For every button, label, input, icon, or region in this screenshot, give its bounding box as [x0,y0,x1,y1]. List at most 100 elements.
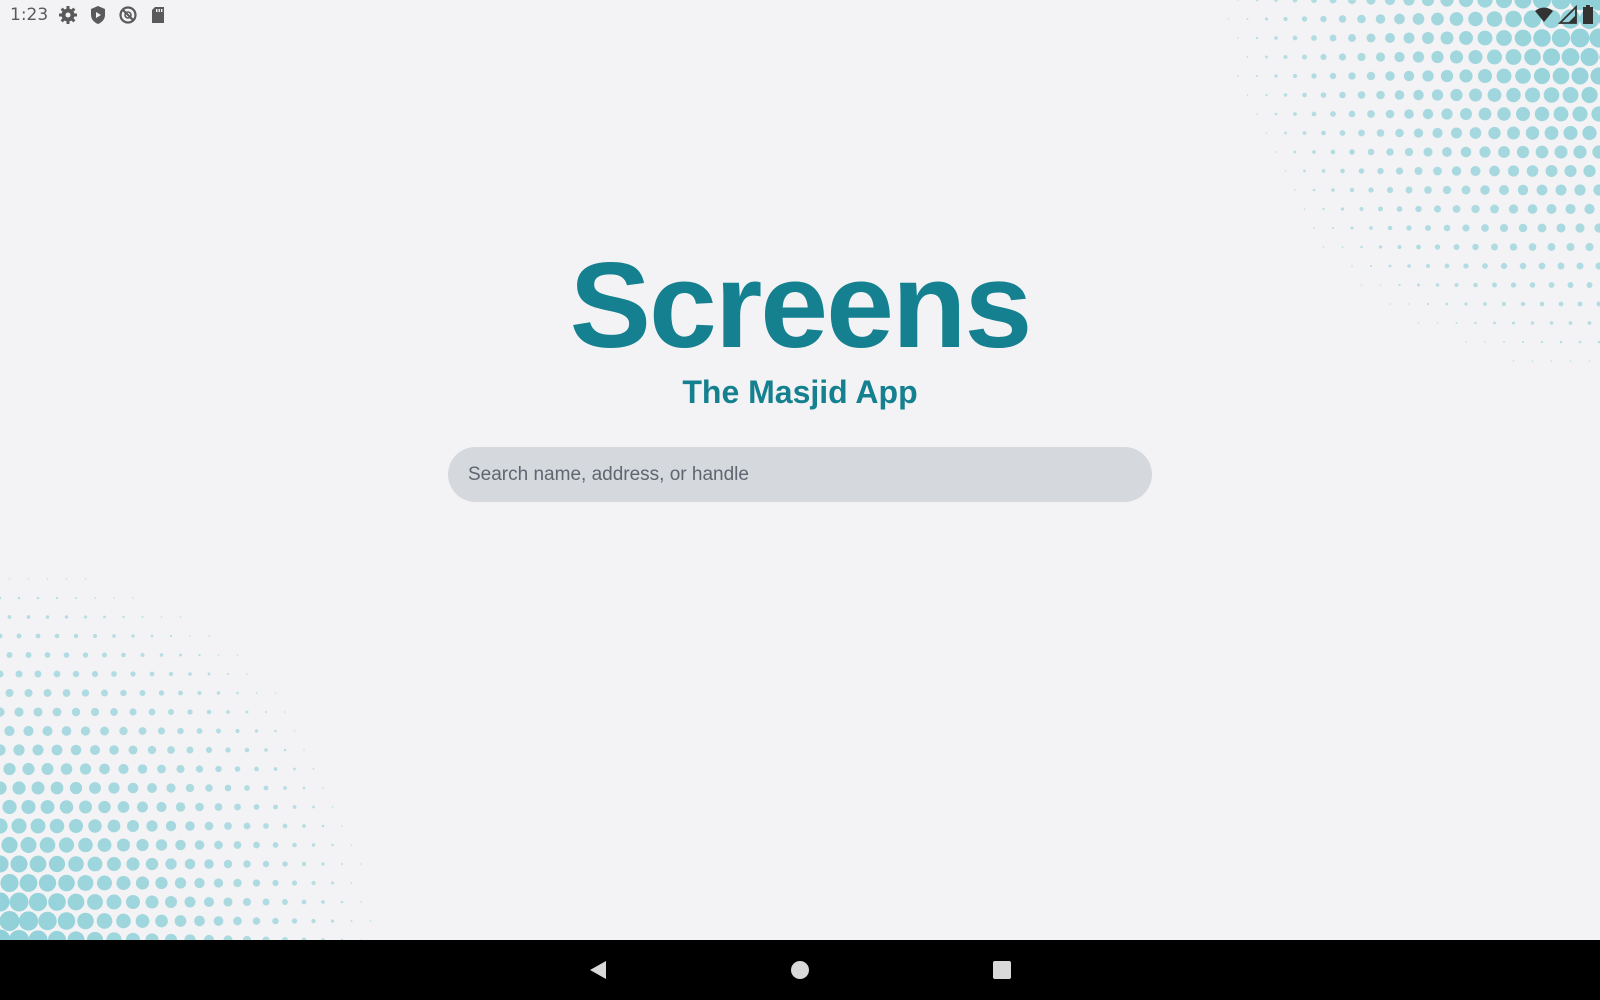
decorative-dot [369,920,372,922]
decorative-dot [155,839,168,851]
decorative-dot [94,597,96,599]
decorative-dot [1357,91,1366,99]
decorative-dot [0,744,6,756]
decorative-dot [282,861,288,867]
search-input[interactable] [448,447,1152,502]
decorative-dot [1572,106,1588,122]
decorative-dot [301,899,307,905]
decorative-dot [165,858,177,870]
decorative-dot [1284,131,1287,135]
decorative-dot [1551,28,1571,48]
decorative-dot [1542,48,1561,66]
decorative-dot [274,729,277,733]
decorative-dot [82,652,89,658]
decorative-dot [1274,36,1278,40]
decorative-dot [273,804,278,810]
decorative-dot [350,844,353,846]
decorative-dot [15,670,23,678]
decorative-dot [16,633,22,639]
decorative-dot [1396,206,1403,212]
home-button[interactable] [784,954,816,986]
decorative-dot [1460,146,1472,158]
decorative-dot [2,799,17,815]
decorative-dot [1469,127,1482,139]
decorative-dot [1376,129,1385,137]
signal-icon [1557,4,1578,25]
decorative-dot [87,894,103,910]
decorative-dot [1554,145,1568,159]
decorative-dot [1301,54,1308,60]
decorative-dot [26,615,31,619]
decorative-dot [1592,145,1600,159]
decorative-dot [243,898,251,906]
decorative-dot [234,766,241,772]
decorative-dot [1294,189,1296,191]
decorative-dot [68,856,84,872]
decorative-dot [292,842,297,848]
decorative-dot [42,726,53,736]
decorative-dot [116,875,131,891]
decorative-dot [1533,67,1551,85]
decorative-dot [101,689,108,697]
app-subtitle: The Masjid App [682,374,918,410]
decorative-dot [1516,145,1530,159]
decorative-dot [132,597,134,599]
decorative-dot [31,781,45,795]
decorative-dot [1,836,18,854]
back-button[interactable] [582,954,614,986]
decorative-dot [1329,34,1337,42]
decorative-dot [0,670,4,678]
decorative-dot [1313,227,1315,229]
decorative-dot [214,803,223,811]
decorative-dot [1487,49,1502,65]
decorative-dot [1385,71,1395,81]
decorative-dot [145,857,159,871]
decorative-dot [1386,186,1394,194]
decorative-dot [1369,226,1373,230]
decorative-dot [312,768,315,770]
decorative-dot [1246,56,1249,58]
decorative-dot [0,855,9,873]
decorative-dot [311,880,316,886]
decorative-dot [185,821,195,831]
decorative-dot [350,882,353,884]
decorative-dot [188,672,192,676]
recents-button[interactable] [986,954,1018,986]
decorative-dot [1533,29,1551,47]
decorative-dot [100,726,109,736]
decorative-dot [48,893,66,911]
decorative-dot [360,901,362,903]
decorative-dot [90,707,100,717]
decorative-dot [88,819,102,833]
decorative-dot [330,919,335,923]
decorative-dot [1256,113,1258,115]
decorative-dot [1440,31,1454,45]
decorative-dot [147,745,157,755]
decorative-dot [77,912,94,930]
decorative-dot [217,654,220,656]
decorative-dot [165,820,177,832]
decorative-dot [157,764,166,774]
decorative-dot [233,841,242,849]
decorative-dot [1451,166,1462,176]
decorative-dot [20,837,37,853]
decorative-dot [206,709,212,715]
decorative-dot [118,763,129,775]
decorative-dot [68,818,84,834]
decorative-dot [1552,67,1570,85]
decorative-dot [225,747,231,753]
decorative-dot [283,786,287,790]
decorative-dot [1311,73,1317,79]
decorative-dot [1594,223,1600,233]
decorative-dot [1394,90,1405,100]
decorative-dot [236,691,239,695]
decorative-dot [1524,48,1541,66]
decorative-dot [97,875,112,891]
decorative-dot [244,747,250,753]
decorative-dot [58,874,75,892]
decorative-dot [291,880,298,886]
decorative-dot [1543,87,1560,103]
search-bar[interactable] [448,447,1152,502]
decorative-dot [54,633,60,639]
decorative-dot [1496,68,1512,84]
